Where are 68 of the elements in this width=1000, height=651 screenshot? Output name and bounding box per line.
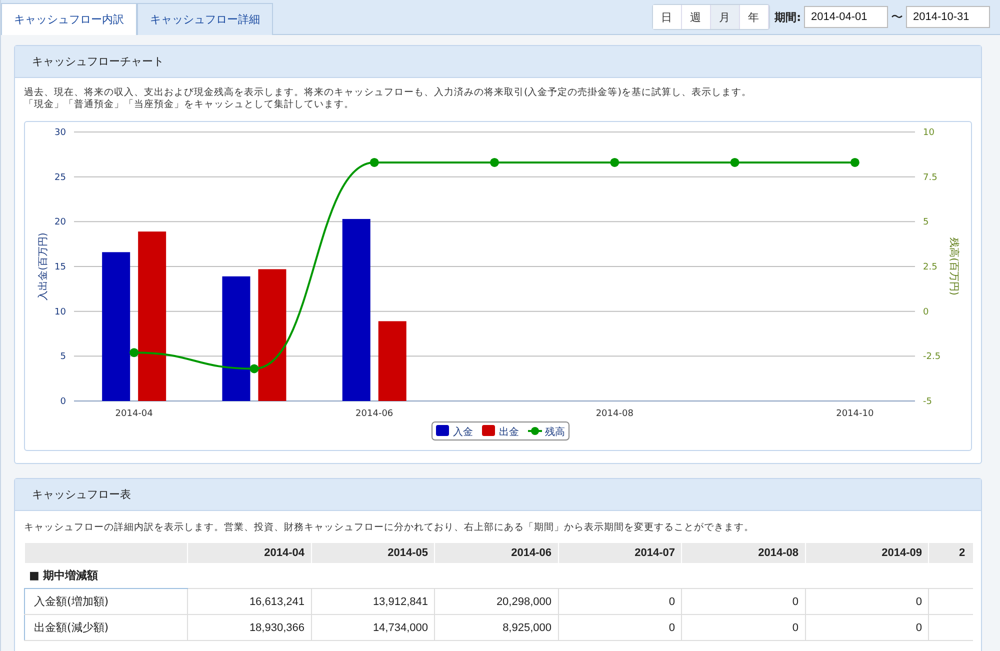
table-cell: 16,613,241 xyxy=(188,588,311,614)
range-separator: 〜 xyxy=(891,8,903,26)
description-text: キャッシュフローの詳細内訳を表示します。営業、投資、財務キャッシュフローに分かれており、右上部にある「期間」から表示期間を変更することができます。 xyxy=(24,522,755,534)
column-header: 2014-08 xyxy=(682,543,805,562)
period-button[interactable]: 日 xyxy=(652,5,682,29)
axis-tick-label: 5 xyxy=(60,352,66,362)
tab[interactable]: キャッシュフロー内訳 xyxy=(1,3,137,35)
column-header: 2014-05 xyxy=(311,543,434,562)
row-label: 出金額(減少額) xyxy=(24,614,188,640)
column-header: 2014-04 xyxy=(188,543,311,562)
panel-title: キャッシュフロー表 xyxy=(32,487,131,502)
period-label: 期間: xyxy=(774,10,801,24)
column-header: 2 xyxy=(928,543,973,562)
axis-tick-label: 25 xyxy=(54,172,66,183)
legend-label: 出金 xyxy=(499,427,519,438)
axis-tick-label: 10 xyxy=(923,128,934,138)
table-cell: 20,298,000 xyxy=(434,588,558,614)
table-cell: 0 xyxy=(558,614,682,640)
table-cell: 8,925,000 xyxy=(434,614,558,640)
data-point xyxy=(490,158,499,167)
table-cell: 0 xyxy=(805,614,928,640)
table-cell: 14,734,000 xyxy=(311,614,434,640)
start-date-field[interactable]: 2014-04-01 xyxy=(804,6,888,28)
column-header: 2014-09 xyxy=(805,543,928,562)
data-point xyxy=(730,158,740,167)
legend-label: 残高 xyxy=(545,427,565,438)
axis-title: 入出金(百万円) xyxy=(38,232,49,300)
tab[interactable]: キャッシュフロー詳細 xyxy=(137,3,273,35)
axis-tick-label: 2014-04 xyxy=(115,409,153,419)
axis-tick-label: -2.5 xyxy=(923,352,941,362)
row-label: 入金額(増加額) xyxy=(24,588,188,614)
axis-tick-label: 0 xyxy=(60,397,66,407)
axis-tick-label: 2014-08 xyxy=(596,409,634,419)
period-button[interactable]: 月 xyxy=(710,5,740,29)
axis-tick-label: 2014-10 xyxy=(836,409,874,419)
axis-title: 残高(百万円) xyxy=(948,238,959,296)
legend-swatch xyxy=(482,425,495,436)
axis-tick-label: 15 xyxy=(54,262,66,272)
axis-tick-label: 2.5 xyxy=(923,262,938,272)
section-label: ■ 期中増減額 xyxy=(24,562,188,588)
table-cell: 0 xyxy=(805,588,928,614)
axis-tick-label: 0 xyxy=(923,307,929,318)
table-cell: 0 xyxy=(682,614,805,640)
axis-tick-label: -5 xyxy=(923,397,932,407)
legend-line-marker xyxy=(528,427,542,435)
end-date-field[interactable]: 2014-10-31 xyxy=(906,6,990,28)
data-point xyxy=(370,158,379,167)
axis-tick-label: 30 xyxy=(54,128,66,138)
panel-title: キャッシュフローチャート xyxy=(32,54,164,69)
axis-tick-label: 10 xyxy=(54,307,66,318)
data-point xyxy=(850,158,860,167)
table-cell: 13,912,841 xyxy=(311,588,434,614)
column-header: 2014-07 xyxy=(558,543,682,562)
legend-swatch xyxy=(436,425,449,436)
data-point xyxy=(130,348,139,358)
column-header: 2014-06 xyxy=(434,543,558,562)
table-cell: 18,930,366 xyxy=(188,614,311,640)
description-text: 過去、現在、将来の収入、支出および現金残高を表示します。将来のキャッシュフローも、入力済みの将来取引(入金予定の売掛金等)を基に試算し、表示します。 xyxy=(24,87,752,99)
data-point xyxy=(610,158,620,167)
axis-tick-label: 5 xyxy=(923,218,929,228)
data-point xyxy=(250,364,259,374)
description-text: 「現金」「普通預金」「当座預金」をキャッシュとして集計しています。 xyxy=(24,99,355,111)
table-cell: 0 xyxy=(558,588,682,614)
axis-tick-label: 7.5 xyxy=(923,172,938,183)
axis-tick-label: 2014-06 xyxy=(356,409,394,419)
axis-tick-label: 20 xyxy=(54,218,66,228)
legend-label: 入金 xyxy=(453,427,473,438)
table-cell: 0 xyxy=(682,588,805,614)
